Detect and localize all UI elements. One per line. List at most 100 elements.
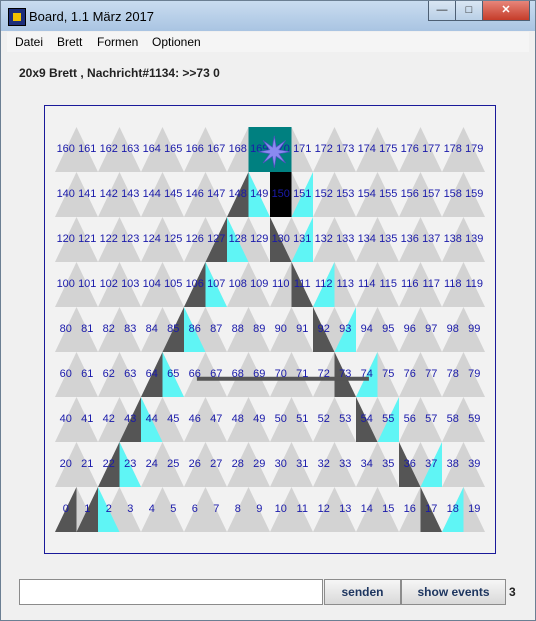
board-grid[interactable]: 0 1 2 3 4 5 6 7 8 9 10 11 12 13 14 15 16 17 18 1920 21 22 23 24… bbox=[45, 106, 495, 553]
cell-number-32: 32 bbox=[318, 458, 330, 470]
cell-number-93: 93 bbox=[339, 323, 351, 335]
menu-brett[interactable]: Brett bbox=[57, 35, 82, 49]
cell-number-102: 102 bbox=[100, 278, 118, 290]
cell-number-175: 175 bbox=[379, 143, 397, 155]
cell-number-88: 88 bbox=[232, 323, 244, 335]
cell-number-6: 6 bbox=[192, 503, 198, 515]
cell-number-121: 121 bbox=[78, 233, 96, 245]
cell-number-101: 101 bbox=[78, 278, 96, 290]
cell-number-143: 143 bbox=[121, 188, 139, 200]
cell-number-23: 23 bbox=[124, 458, 136, 470]
cell-number-31: 31 bbox=[296, 458, 308, 470]
cell-number-28: 28 bbox=[232, 458, 244, 470]
cell-number-61: 61 bbox=[81, 368, 93, 380]
cell-number-98: 98 bbox=[447, 323, 459, 335]
cell-number-115: 115 bbox=[379, 278, 397, 290]
cell-number-142: 142 bbox=[100, 188, 118, 200]
cell-number-160: 160 bbox=[57, 143, 75, 155]
cell-number-99: 99 bbox=[468, 323, 480, 335]
cell-number-67: 67 bbox=[210, 368, 222, 380]
star-marker-icon[interactable] bbox=[258, 135, 291, 168]
window-title: Board, 1.1 März 2017 bbox=[29, 9, 155, 24]
cell-number-172: 172 bbox=[315, 143, 333, 155]
cell-number-43: 43 bbox=[124, 413, 136, 425]
cell-number-41: 41 bbox=[81, 413, 93, 425]
cell-number-71: 71 bbox=[296, 368, 308, 380]
minimize-button[interactable]: — bbox=[428, 1, 456, 21]
cell-number-87: 87 bbox=[210, 323, 222, 335]
menu-optionen[interactable]: Optionen bbox=[152, 35, 201, 49]
cell-number-106: 106 bbox=[186, 278, 204, 290]
cell-number-100: 100 bbox=[57, 278, 75, 290]
cell-number-22: 22 bbox=[103, 458, 115, 470]
cell-number-58: 58 bbox=[447, 413, 459, 425]
cell-number-156: 156 bbox=[401, 188, 419, 200]
cell-number-84: 84 bbox=[146, 323, 158, 335]
cell-number-91: 91 bbox=[296, 323, 308, 335]
message-input[interactable] bbox=[19, 579, 323, 605]
cell-number-138: 138 bbox=[444, 233, 462, 245]
cell-number-120: 120 bbox=[57, 233, 75, 245]
cell-number-146: 146 bbox=[186, 188, 204, 200]
cell-number-141: 141 bbox=[78, 188, 96, 200]
cell-number-107: 107 bbox=[207, 278, 225, 290]
cell-number-10: 10 bbox=[275, 503, 287, 515]
board-panel: 0 1 2 3 4 5 6 7 8 9 10 11 12 13 14 15 16 17 18 19 20 21 22 23 24… bbox=[44, 105, 496, 554]
cell-number-86: 86 bbox=[189, 323, 201, 335]
cell-number-163: 163 bbox=[121, 143, 139, 155]
cell-number-68: 68 bbox=[232, 368, 244, 380]
cell-number-133: 133 bbox=[336, 233, 354, 245]
menu-formen[interactable]: Formen bbox=[97, 35, 138, 49]
cell-number-129: 129 bbox=[250, 233, 268, 245]
cell-number-55: 55 bbox=[382, 413, 394, 425]
cell-number-124: 124 bbox=[143, 233, 161, 245]
cell-number-27: 27 bbox=[210, 458, 222, 470]
cell-number-140: 140 bbox=[57, 188, 75, 200]
cell-number-155: 155 bbox=[379, 188, 397, 200]
cell-number-174: 174 bbox=[358, 143, 376, 155]
app-window: Board, 1.1 März 2017 — □ ✕ Datei Brett F… bbox=[0, 0, 536, 621]
title-bar[interactable]: Board, 1.1 März 2017 — □ ✕ bbox=[1, 1, 535, 31]
cell-number-75: 75 bbox=[382, 368, 394, 380]
cell-number-108: 108 bbox=[229, 278, 247, 290]
cell-number-89: 89 bbox=[253, 323, 265, 335]
cell-number-154: 154 bbox=[358, 188, 376, 200]
cell-number-8: 8 bbox=[235, 503, 241, 515]
app-icon bbox=[8, 8, 26, 26]
cell-number-4: 4 bbox=[149, 503, 155, 515]
send-button[interactable]: senden bbox=[324, 579, 401, 605]
cell-number-152: 152 bbox=[315, 188, 333, 200]
cell-number-65: 65 bbox=[167, 368, 179, 380]
cell-number-57: 57 bbox=[425, 413, 437, 425]
cell-number-164: 164 bbox=[143, 143, 161, 155]
cell-number-153: 153 bbox=[336, 188, 354, 200]
cell-number-2: 2 bbox=[106, 503, 112, 515]
cell-number-128: 128 bbox=[229, 233, 247, 245]
cell-number-95: 95 bbox=[382, 323, 394, 335]
show-events-button[interactable]: show events bbox=[401, 579, 506, 605]
cell-number-78: 78 bbox=[447, 368, 459, 380]
close-button[interactable]: ✕ bbox=[482, 1, 530, 21]
cell-number-150: 150 bbox=[272, 188, 290, 200]
cell-number-83: 83 bbox=[124, 323, 136, 335]
cell-number-29: 29 bbox=[253, 458, 265, 470]
maximize-button[interactable]: □ bbox=[455, 1, 483, 21]
cell-number-118: 118 bbox=[444, 278, 462, 290]
cell-number-60: 60 bbox=[60, 368, 72, 380]
cell-number-30: 30 bbox=[275, 458, 287, 470]
cell-number-167: 167 bbox=[207, 143, 225, 155]
cell-number-116: 116 bbox=[401, 278, 419, 290]
cell-number-18: 18 bbox=[447, 503, 459, 515]
cell-number-66: 66 bbox=[189, 368, 201, 380]
cell-number-105: 105 bbox=[164, 278, 182, 290]
cell-number-11: 11 bbox=[297, 503, 308, 515]
cell-number-132: 132 bbox=[315, 233, 333, 245]
cell-number-70: 70 bbox=[275, 368, 287, 380]
cell-number-126: 126 bbox=[186, 233, 204, 245]
cell-number-96: 96 bbox=[404, 323, 416, 335]
menu-datei[interactable]: Datei bbox=[15, 35, 43, 49]
cell-number-178: 178 bbox=[444, 143, 462, 155]
cell-number-161: 161 bbox=[78, 143, 96, 155]
event-count: 3 bbox=[509, 585, 516, 599]
cell-number-165: 165 bbox=[164, 143, 182, 155]
